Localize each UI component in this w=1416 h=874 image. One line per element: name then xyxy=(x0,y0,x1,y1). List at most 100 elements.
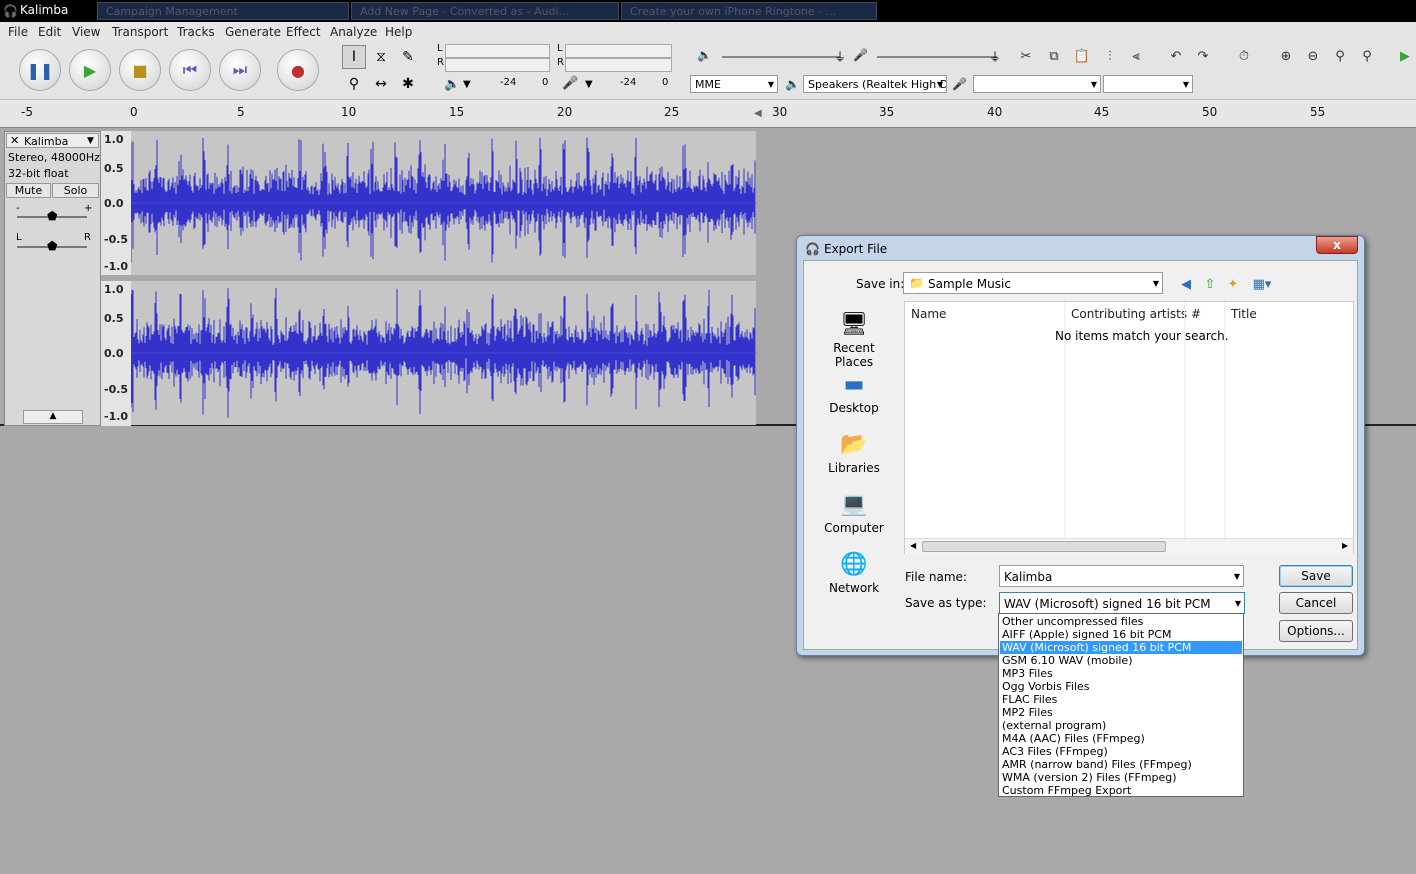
file-type-option[interactable]: Ogg Vorbis Files xyxy=(1000,680,1242,693)
fit-selection-button[interactable]: ⚲ xyxy=(1329,45,1351,67)
file-type-option[interactable]: M4A (AAC) Files (FFmpeg) xyxy=(1000,732,1242,745)
waveform-right-channel[interactable] xyxy=(131,281,756,425)
zoom-in-button[interactable]: ⊕ xyxy=(1275,45,1297,67)
draw-tool[interactable]: ✎ xyxy=(396,45,420,69)
input-device-select[interactable]: ▼ xyxy=(973,75,1101,93)
record-button[interactable]: ● xyxy=(277,49,319,91)
audio-host-select[interactable]: MME ▼ xyxy=(690,75,778,93)
place-desktop[interactable]: ▬ Desktop xyxy=(814,369,894,416)
sync-lock-button[interactable]: ⏱ xyxy=(1233,45,1255,67)
taskbar-tab-1[interactable]: Campaign Management xyxy=(97,2,349,20)
output-device-select[interactable]: Speakers (Realtek High D ▼ xyxy=(803,75,947,93)
input-channels-select[interactable]: ▼ xyxy=(1103,75,1193,93)
speaker-meter-icon[interactable]: 🔈 xyxy=(444,77,460,92)
input-volume-slider[interactable] xyxy=(877,56,997,58)
cancel-button[interactable]: Cancel xyxy=(1279,592,1353,614)
scroll-right-icon[interactable]: ▶ xyxy=(1342,541,1348,550)
envelope-tool[interactable]: ⧖ xyxy=(369,45,393,69)
file-type-option[interactable]: WMA (version 2) Files (FFmpeg) xyxy=(1000,771,1242,784)
playback-meter-dropdown[interactable]: ▼ xyxy=(463,79,471,90)
dialog-close-button[interactable]: x xyxy=(1316,236,1358,254)
file-type-option[interactable]: GSM 6.10 WAV (mobile) xyxy=(1000,654,1242,667)
menu-help[interactable]: Help xyxy=(385,25,412,39)
file-type-option[interactable]: AIFF (Apple) signed 16 bit PCM xyxy=(1000,628,1242,641)
file-type-option[interactable]: AMR (narrow band) Files (FFmpeg) xyxy=(1000,758,1242,771)
pan-slider-thumb[interactable]: ⬟ xyxy=(47,239,57,253)
play-button[interactable]: ▶ xyxy=(69,49,111,91)
gain-slider-thumb[interactable]: ⬟ xyxy=(47,209,57,223)
undo-button[interactable]: ↶ xyxy=(1165,45,1187,67)
column-contributing-artists[interactable]: Contributing artists xyxy=(1071,307,1187,321)
file-type-option[interactable]: FLAC Files xyxy=(1000,693,1242,706)
track-menu-icon[interactable]: ▼ xyxy=(87,136,94,146)
back-button[interactable]: ◀ xyxy=(1175,273,1197,295)
file-name-input[interactable]: Kalimba ▼ xyxy=(999,565,1244,587)
multi-tool[interactable]: ✱ xyxy=(396,72,420,96)
silence-button[interactable]: ⫷ xyxy=(1125,45,1147,67)
save-button[interactable]: Save xyxy=(1279,565,1353,587)
output-volume-slider[interactable] xyxy=(722,56,840,58)
play-at-speed-button[interactable]: ▶ xyxy=(1394,45,1416,67)
view-menu-button[interactable]: ▦▾ xyxy=(1247,273,1277,295)
taskbar-tab-3[interactable]: Create your own iPhone Ringtone - ... xyxy=(621,2,877,20)
menu-transport[interactable]: Transport xyxy=(112,25,168,39)
collapse-track-button[interactable]: ▲ xyxy=(23,410,83,424)
menu-edit[interactable]: Edit xyxy=(38,25,61,39)
file-type-option[interactable]: MP3 Files xyxy=(1000,667,1242,680)
skip-end-button[interactable]: ⏭ xyxy=(219,49,261,91)
timeline-ruler[interactable]: -5 0 5 10 15 20 25 30 35 40 45 50 55 ◀ xyxy=(0,100,1416,128)
file-type-option-selected[interactable]: WAV (Microsoft) signed 16 bit PCM xyxy=(1000,641,1242,654)
file-type-option[interactable]: Custom FFmpeg Export xyxy=(1000,784,1242,797)
copy-button[interactable]: ⧉ xyxy=(1043,45,1065,67)
save-as-type-select[interactable]: WAV (Microsoft) signed 16 bit PCM ▼ xyxy=(999,592,1245,614)
output-volume-thumb[interactable]: ⏚ xyxy=(834,48,846,65)
place-network[interactable]: 🌐 Network xyxy=(814,549,894,596)
options-button[interactable]: Options... xyxy=(1279,620,1353,642)
file-type-option[interactable]: AC3 Files (FFmpeg) xyxy=(1000,745,1242,758)
file-list[interactable]: Name Contributing artists # Title No ite… xyxy=(904,301,1354,554)
menu-generate[interactable]: Generate xyxy=(225,25,281,39)
file-type-option[interactable]: Other uncompressed files xyxy=(1000,615,1242,628)
scroll-left-icon[interactable]: ◀ xyxy=(910,541,916,550)
waveform-left-channel[interactable] xyxy=(131,131,756,275)
mute-button[interactable]: Mute xyxy=(6,183,51,198)
fit-project-button[interactable]: ⚲ xyxy=(1356,45,1378,67)
selection-tool[interactable]: I xyxy=(342,45,366,69)
place-recent[interactable]: 🖥 Recent Places xyxy=(814,309,894,370)
place-computer[interactable]: 💻 Computer xyxy=(814,489,894,536)
place-libraries[interactable]: 📂 Libraries xyxy=(814,429,894,476)
close-track-icon[interactable]: ✕ xyxy=(10,134,19,147)
scrollbar-thumb[interactable] xyxy=(922,541,1166,552)
stop-button[interactable]: ■ xyxy=(119,49,161,91)
taskbar-tab-2[interactable]: Add New Page - Converted as - Audi... xyxy=(351,2,619,20)
menu-tracks[interactable]: Tracks xyxy=(177,25,215,39)
column-name[interactable]: Name xyxy=(911,307,946,321)
playhead-marker-icon[interactable]: ◀ xyxy=(754,108,762,119)
menu-effect[interactable]: Effect xyxy=(286,25,321,39)
input-volume-thumb[interactable]: ⏚ xyxy=(989,48,1001,65)
up-folder-button[interactable]: ⇧ xyxy=(1199,273,1221,295)
horizontal-scrollbar[interactable]: ◀ ▶ xyxy=(905,538,1353,554)
paste-button[interactable]: 📋 xyxy=(1071,45,1093,67)
file-type-option[interactable]: (external program) xyxy=(1000,719,1242,732)
record-meter-dropdown[interactable]: ▼ xyxy=(585,79,593,90)
redo-button[interactable]: ↷ xyxy=(1192,45,1214,67)
trim-button[interactable]: ⫶ xyxy=(1099,45,1121,67)
mic-meter-icon[interactable]: 🎤 xyxy=(562,76,578,91)
save-in-select[interactable]: 📁 Sample Music ▼ xyxy=(903,272,1163,294)
zoom-tool[interactable]: ⚲ xyxy=(342,72,366,96)
new-folder-button[interactable]: ✦ xyxy=(1222,273,1244,295)
track-header[interactable]: ✕ Kalimba ▼ xyxy=(6,133,99,148)
menu-file[interactable]: File xyxy=(8,25,28,39)
menu-analyze[interactable]: Analyze xyxy=(330,25,377,39)
zoom-out-button[interactable]: ⊖ xyxy=(1302,45,1324,67)
column-number[interactable]: # xyxy=(1191,307,1201,321)
menu-view[interactable]: View xyxy=(72,25,100,39)
skip-start-button[interactable]: ⏮ xyxy=(169,49,211,91)
column-title[interactable]: Title xyxy=(1231,307,1257,321)
cut-button[interactable]: ✂ xyxy=(1015,45,1037,67)
solo-button[interactable]: Solo xyxy=(52,183,99,198)
file-type-option[interactable]: MP2 Files xyxy=(1000,706,1242,719)
pause-button[interactable]: ❚❚ xyxy=(19,49,61,91)
timeshift-tool[interactable]: ↔ xyxy=(369,72,393,96)
